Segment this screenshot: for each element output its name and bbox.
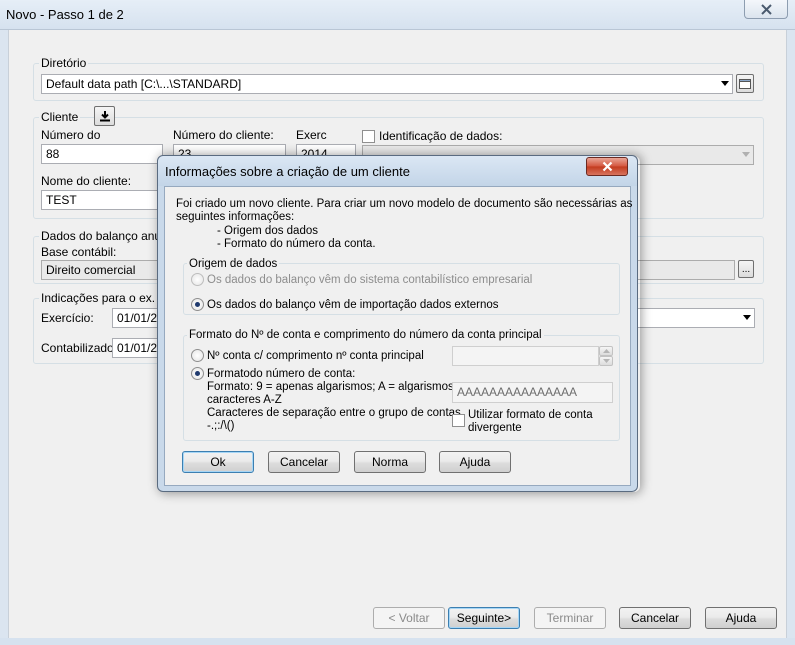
stepper-down-button[interactable] xyxy=(599,356,613,366)
finish-button[interactable]: Terminar xyxy=(534,607,606,629)
accounting-base-value: Direito comercial xyxy=(46,263,136,277)
back-button[interactable]: < Voltar xyxy=(373,607,445,629)
format-mask-desc2: caracteres A-Z xyxy=(207,394,282,406)
help-button[interactable]: Ajuda xyxy=(705,607,777,629)
format-mask-desc3: Caracteres de separação entre o grupo de… xyxy=(207,407,461,419)
accounting-base-label: Base contábil: xyxy=(41,245,117,259)
cancel-button[interactable]: Cancelar xyxy=(619,607,691,629)
format-mask-desc1: Formato: 9 = apenas algarismos; A = alga… xyxy=(207,381,464,393)
chevron-down-icon xyxy=(721,81,729,86)
account-mask-value: AAAAAAAAAAAAAAA xyxy=(457,385,578,399)
dialog-intro-item1: - Origem dos dados xyxy=(217,225,318,237)
account-mask-field[interactable]: AAAAAAAAAAAAAAA xyxy=(452,382,613,403)
exercicio-date-value: 01/01/20 xyxy=(117,311,160,325)
exerc-label: Exerc xyxy=(296,128,327,142)
chevron-down-icon xyxy=(602,359,610,363)
data-identification-checkbox[interactable] xyxy=(362,130,375,143)
origin-accounting-system-label: Os dados do balanço vêm do sistema conta… xyxy=(207,274,533,286)
client-number-short-label: Número do xyxy=(41,128,101,142)
dialog-intro-line2: seguintes informações: xyxy=(176,211,295,223)
format-mask-radio[interactable] xyxy=(191,367,204,380)
stepper-up-button[interactable] xyxy=(599,346,613,356)
window-frame-bottom xyxy=(0,638,795,645)
data-identification-label: Identificação de dados: xyxy=(379,129,503,143)
window-close-button[interactable] xyxy=(744,0,788,19)
window-frame-left xyxy=(0,30,8,638)
exercicio-date-field[interactable]: 01/01/20 xyxy=(112,308,160,328)
dialog-titlebar: Informações sobre a criação de um client… xyxy=(158,156,637,186)
divergent-format-label-line2: divergente xyxy=(468,422,522,434)
close-icon xyxy=(760,3,772,15)
format-length-radio[interactable] xyxy=(191,349,204,362)
dialog-intro-line1: Foi criado um novo cliente. Para criar u… xyxy=(176,198,633,210)
client-name-label: Nome do cliente: xyxy=(41,174,132,188)
format-length-label: Nº conta c/ comprimento nº conta princip… xyxy=(207,350,424,362)
client-name-value: TEST xyxy=(46,193,77,207)
balance-group-label: Dados do balanço anual xyxy=(39,229,173,243)
client-import-button[interactable] xyxy=(94,106,115,126)
format-mask-label: Formatodo número de conta: xyxy=(207,368,356,380)
fiscal-period-combo[interactable] xyxy=(630,308,755,328)
ellipsis-label: ... xyxy=(741,263,751,275)
dialog-help-button[interactable]: Ajuda xyxy=(439,451,511,473)
dialog-title: Informações sobre a criação de um client… xyxy=(165,164,410,179)
client-group-label: Cliente xyxy=(39,110,81,124)
accounting-base-browse-button[interactable]: ... xyxy=(738,260,754,278)
download-arrow-icon xyxy=(99,111,110,122)
client-number-label: Número do cliente: xyxy=(173,128,274,142)
window-frame-right xyxy=(787,30,795,638)
client-number-field[interactable]: 88 xyxy=(41,144,163,164)
chevron-down-icon xyxy=(743,315,751,320)
window-title: Novo - Passo 1 de 2 xyxy=(6,7,124,22)
dialog-cancel-button[interactable]: Cancelar xyxy=(268,451,340,473)
directory-browse-button[interactable] xyxy=(736,74,754,93)
directory-group-label: Diretório xyxy=(39,56,89,70)
dialog-close-button[interactable] xyxy=(586,157,628,176)
data-origin-group-label: Origem de dados xyxy=(187,258,280,271)
dialog-norma-button[interactable]: Norma xyxy=(354,451,426,473)
format-mask-desc4: -.;:/\() xyxy=(207,420,235,432)
client-name-field[interactable]: TEST xyxy=(41,190,163,210)
divergent-format-label-line1: Utilizar formato de conta xyxy=(468,409,593,421)
origin-external-import-radio[interactable] xyxy=(191,298,204,311)
client-number-value: 88 xyxy=(46,147,60,161)
chevron-down-icon xyxy=(742,152,750,157)
client-creation-info-dialog: Informações sobre a criação de um client… xyxy=(157,155,638,492)
account-length-stepper[interactable] xyxy=(452,346,599,366)
contabilizado-label: Contabilizado: xyxy=(41,341,118,355)
dialog-intro-item2: - Formato do número da conta. xyxy=(217,238,376,250)
exercicio-label: Exercício: xyxy=(41,311,94,325)
directory-path-combo[interactable]: Default data path [C:\...\STANDARD] xyxy=(41,74,733,94)
contabilizado-date-value: 01/01/20 xyxy=(117,341,160,355)
dialog-ok-button[interactable]: Ok xyxy=(182,451,254,473)
chevron-up-icon xyxy=(602,349,610,353)
folder-window-icon xyxy=(739,78,751,89)
close-icon xyxy=(602,161,612,172)
next-button[interactable]: Seguinte> xyxy=(448,607,520,629)
account-format-group-label: Formato do Nº de conta e comprimento do … xyxy=(187,329,544,342)
window-titlebar: Novo - Passo 1 de 2 xyxy=(0,0,795,30)
origin-external-import-label: Os dados do balanço vêm de importação da… xyxy=(207,299,499,311)
dialog-body: Foi criado um novo cliente. Para criar u… xyxy=(164,186,633,486)
contabilizado-date-field[interactable]: 01/01/20 xyxy=(112,338,160,358)
divergent-format-checkbox[interactable] xyxy=(452,414,465,427)
origin-accounting-system-radio[interactable] xyxy=(191,273,204,286)
directory-path-value: Default data path [C:\...\STANDARD] xyxy=(46,77,242,91)
